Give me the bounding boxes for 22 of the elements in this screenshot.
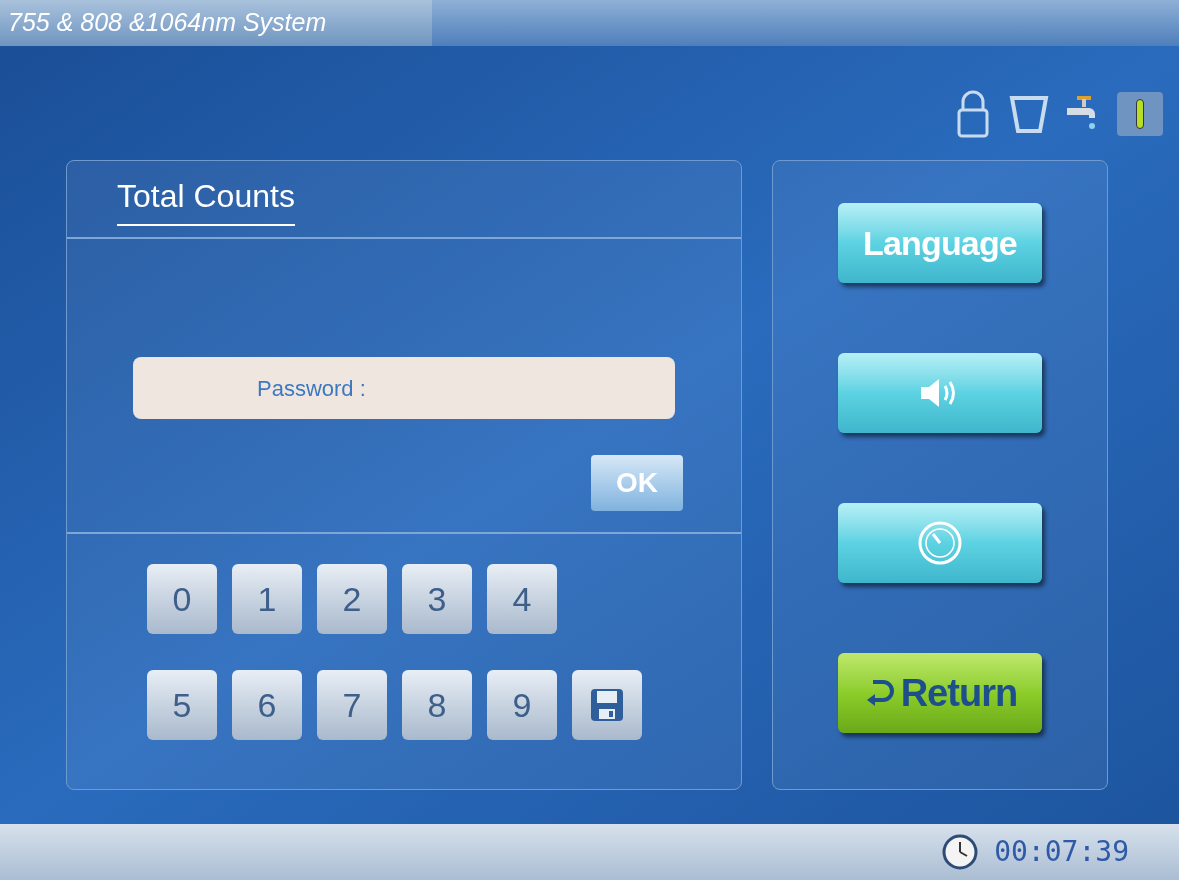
elapsed-time: 00:07:39 xyxy=(994,834,1129,870)
save-key[interactable] xyxy=(572,670,642,740)
digit-key[interactable]: 0 xyxy=(147,564,217,634)
password-field[interactable]: Password : xyxy=(133,357,675,419)
cup-icon xyxy=(1009,94,1049,134)
digit-key[interactable]: 6 xyxy=(232,670,302,740)
sound-button[interactable] xyxy=(838,353,1042,433)
digit-key[interactable]: 7 xyxy=(317,670,387,740)
panel-title: Total Counts xyxy=(117,172,295,226)
clock-icon xyxy=(942,834,979,870)
thermometer-icon xyxy=(1117,92,1163,136)
digit-key[interactable]: 2 xyxy=(317,564,387,634)
digit-key[interactable]: 8 xyxy=(402,670,472,740)
digit-key[interactable]: 5 xyxy=(147,670,217,740)
gauge-button[interactable] xyxy=(838,503,1042,583)
digit-key[interactable]: 4 xyxy=(487,564,557,634)
gauge-icon xyxy=(917,520,963,566)
digit-key[interactable]: 1 xyxy=(232,564,302,634)
window-title: 755 & 808 &1064nm System xyxy=(8,7,327,39)
return-button[interactable]: Return xyxy=(838,653,1042,733)
digit-key[interactable]: 9 xyxy=(487,670,557,740)
digit-key[interactable]: 3 xyxy=(402,564,472,634)
